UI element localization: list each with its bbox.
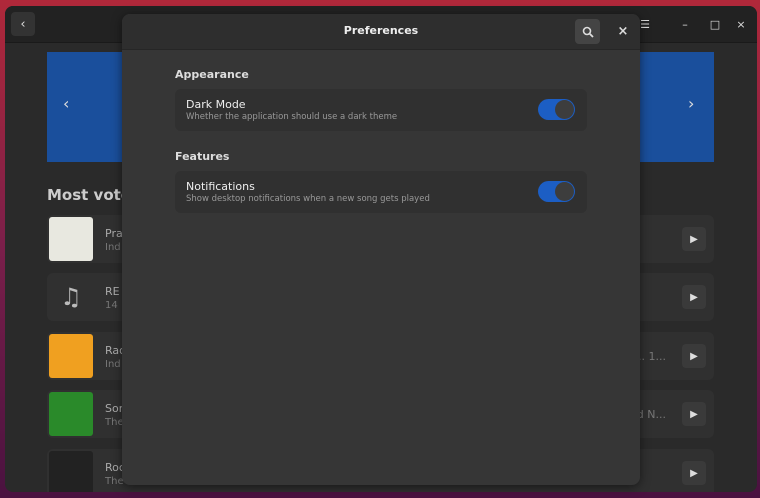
station-subtitle: The xyxy=(105,417,124,428)
dark-mode-label: Dark Mode xyxy=(186,98,246,111)
close-dialog-button[interactable]: × xyxy=(612,20,634,42)
station-subtitle: Ind xyxy=(105,359,121,370)
station-title: Pra xyxy=(105,227,123,240)
preferences-dialog: Preferences × Appearance Dark Mode Wheth… xyxy=(122,14,640,485)
dialog-title: Preferences xyxy=(122,24,640,37)
section-title: Most vote xyxy=(47,186,131,204)
dark-mode-toggle[interactable] xyxy=(538,99,575,120)
dark-mode-description: Whether the application should use a dar… xyxy=(186,112,397,122)
station-subtitle: The xyxy=(105,476,124,487)
notifications-label: Notifications xyxy=(186,180,255,193)
station-title: RE xyxy=(105,285,120,298)
dark-mode-row: Dark Mode Whether the application should… xyxy=(175,89,587,131)
station-subtitle: Ind xyxy=(105,242,121,253)
notifications-row: Notifications Show desktop notifications… xyxy=(175,171,587,213)
station-art xyxy=(49,392,93,436)
section-appearance: Appearance xyxy=(175,68,249,81)
notifications-toggle[interactable] xyxy=(538,181,575,202)
maximize-button[interactable]: □ xyxy=(705,14,725,34)
notifications-description: Show desktop notifications when a new so… xyxy=(186,194,430,204)
station-subtitle: 14 xyxy=(105,300,118,311)
station-art xyxy=(49,451,93,492)
toggle-knob xyxy=(555,100,574,119)
play-button[interactable]: ▶ xyxy=(682,227,706,251)
station-art: ♫ xyxy=(49,275,93,319)
station-art xyxy=(49,334,93,378)
back-button[interactable]: ‹ xyxy=(11,12,35,36)
close-window-button[interactable]: × xyxy=(731,14,751,34)
play-button[interactable]: ▶ xyxy=(682,344,706,368)
section-features: Features xyxy=(175,150,229,163)
station-tags: d N... xyxy=(637,408,666,421)
banner-next-icon[interactable]: › xyxy=(688,94,694,113)
banner-left: ‹ xyxy=(47,52,127,162)
toggle-knob xyxy=(555,182,574,201)
dialog-header: Preferences × xyxy=(122,14,640,50)
minimize-button[interactable]: – xyxy=(675,14,695,34)
play-button[interactable]: ▶ xyxy=(682,461,706,485)
banner-right: › xyxy=(640,52,714,162)
station-art xyxy=(49,217,93,261)
play-button[interactable]: ▶ xyxy=(682,402,706,426)
search-icon[interactable] xyxy=(575,19,600,44)
play-button[interactable]: ▶ xyxy=(682,285,706,309)
banner-prev-icon[interactable]: ‹ xyxy=(63,94,69,113)
